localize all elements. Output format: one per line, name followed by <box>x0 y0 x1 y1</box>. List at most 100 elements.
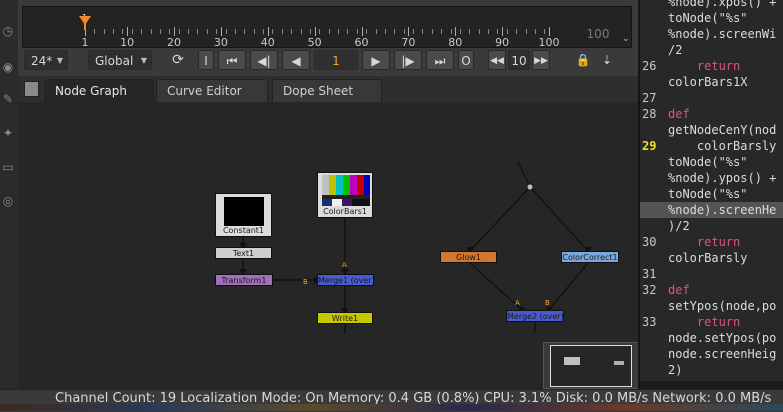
in-point-button[interactable]: I <box>198 50 214 70</box>
scope-dropdown[interactable]: Global ▼ <box>88 50 152 70</box>
code-line[interactable]: 2) <box>640 362 783 378</box>
timeline-tick <box>347 29 349 34</box>
node-graph-minimap[interactable] <box>543 342 640 389</box>
cache-icon[interactable]: ⇣ <box>596 50 618 70</box>
edge-label-merge2-b: B <box>545 299 550 307</box>
prev-keyframe-icon[interactable]: ◀| <box>250 50 278 70</box>
code-line[interactable]: setYpos(node,po <box>640 298 783 314</box>
code-line[interactable]: 30 return <box>640 234 783 250</box>
timeline-major-tick <box>267 27 269 36</box>
timeline-major-tick <box>408 27 410 36</box>
timeline-tick <box>291 29 293 34</box>
layers-icon[interactable]: ▭ <box>1 160 15 174</box>
spiral-icon[interactable]: ◎ <box>1 194 15 208</box>
code-text: node.screenHeig <box>668 347 777 361</box>
brush-icon[interactable]: ✎ <box>1 92 15 106</box>
node-merge2[interactable]: Merge2 (over) <box>506 310 564 322</box>
code-line[interactable]: %node).screenWi <box>640 26 783 42</box>
code-line[interactable]: 29 colorBarsly <box>640 138 783 154</box>
timeline-tick <box>281 29 283 34</box>
node-text[interactable]: Text1 <box>215 247 272 259</box>
code-text: /2 <box>668 43 683 57</box>
timeline-major-tick <box>502 27 504 36</box>
play-backward-icon[interactable]: ◀ <box>282 50 310 70</box>
timeline-tick <box>469 29 471 34</box>
timeline-tick <box>225 29 227 34</box>
lock-icon[interactable]: 🔒 <box>574 50 592 70</box>
clock-icon[interactable]: ◷ <box>1 24 15 38</box>
timeline-tick <box>516 29 518 34</box>
loop-mode-icon[interactable]: ⟳ <box>164 50 192 70</box>
play-forward-icon[interactable]: ▶ <box>362 50 390 70</box>
timeline-tick-label: 100 <box>538 36 560 49</box>
code-line[interactable]: %node).screenHe <box>640 202 783 218</box>
eye-icon[interactable]: ◉ <box>1 60 15 74</box>
code-line[interactable]: colorBars1X <box>640 74 783 90</box>
step-increment-field[interactable]: 10 <box>508 50 530 70</box>
fps-dropdown[interactable]: 24* ▼ <box>24 50 68 70</box>
code-line[interactable]: 32 def <box>640 282 783 298</box>
code-text: def <box>668 283 690 297</box>
code-line[interactable]: 28 def <box>640 106 783 122</box>
step-forward-icon[interactable]: ▶▶ <box>532 50 550 70</box>
step-back-icon[interactable]: ◀◀ <box>488 50 506 70</box>
node-colorbars[interactable]: ColorBars1 <box>317 172 373 218</box>
first-frame-icon[interactable]: ⏮ <box>218 50 246 70</box>
timeline-tick <box>300 29 302 34</box>
code-line[interactable]: toNode("%s" <box>640 10 783 26</box>
code-line[interactable]: 33 return <box>640 314 783 330</box>
timeline-tick <box>497 29 499 34</box>
code-line[interactable]: %node).ypos() + <box>640 170 783 186</box>
timeline-tick <box>422 29 424 34</box>
code-line[interactable]: 27 <box>640 90 783 106</box>
edge-label-merge2-a: A <box>515 299 520 307</box>
timeline-tick <box>441 29 443 34</box>
code-text: colorBarsly <box>668 251 748 265</box>
node-constant[interactable]: Constant1 <box>215 193 272 237</box>
timeline-tick-label: 30 <box>213 36 228 49</box>
editor-horizontal-scrollbar[interactable] <box>640 381 783 389</box>
timeline-tick-label: 70 <box>401 36 416 49</box>
node-colorcorrect[interactable]: ColorCorrect1 <box>561 251 619 263</box>
node-write[interactable]: Write1 <box>317 312 373 324</box>
timeline-ruler[interactable]: 1 10 20 30 40 50 60 70 80 90 100 1 100 <box>22 6 632 49</box>
tab-node-graph[interactable]: Node Graph✕ <box>44 79 154 120</box>
code-line[interactable]: toNode("%s" <box>640 186 783 202</box>
code-line[interactable]: 31 <box>640 266 783 282</box>
code-line[interactable]: toNode("%s" <box>640 154 783 170</box>
minimap-viewport[interactable] <box>550 345 632 387</box>
code-line[interactable]: 26 return <box>640 58 783 74</box>
panel-menu-icon[interactable] <box>24 81 39 97</box>
code-line[interactable]: /2 <box>640 42 783 58</box>
timeline-tick <box>506 29 508 34</box>
script-editor[interactable]: %node).xpos() + toNode("%s" %node).screenW… <box>638 0 783 389</box>
code-line[interactable]: colorBarsly <box>640 250 783 266</box>
code-line[interactable]: )/2 <box>640 218 783 234</box>
wrench-icon[interactable]: ✦ <box>1 126 15 140</box>
code-line[interactable]: node.screenHeig <box>640 346 783 362</box>
current-frame-field[interactable]: 1 <box>314 50 358 70</box>
timeline-tick <box>375 29 377 34</box>
code-line[interactable]: node.setYpos(po <box>640 330 783 346</box>
code-line[interactable]: %node).xpos() + <box>640 0 783 10</box>
out-point-button[interactable]: O <box>458 50 474 70</box>
left-toolbar: ◷ ◉ ✎ ✦ ▭ ◎ <box>0 0 19 389</box>
node-transform[interactable]: Transform1 <box>215 274 273 286</box>
tab-curve-editor[interactable]: Curve Editor✕ <box>156 79 268 120</box>
code-text: toNode("%s" <box>668 155 748 169</box>
code-text: %node).ypos() + <box>668 171 777 185</box>
playhead-marker[interactable] <box>79 16 91 25</box>
node-glow[interactable]: Glow1 <box>440 251 497 263</box>
last-frame-icon[interactable]: ⏭ <box>426 50 454 70</box>
panel-tab-bar: Node Graph✕ Curve Editor✕ Dope Sheet✕ <box>18 76 638 120</box>
timeline-tick <box>319 29 321 34</box>
collapse-icon[interactable]: ⌄ <box>622 34 630 44</box>
next-keyframe-icon[interactable]: |▶ <box>394 50 422 70</box>
node-graph-canvas[interactable]: Constant1 ColorBars1 Text1 Transform1 Me… <box>18 102 640 389</box>
timeline-tick <box>197 29 199 34</box>
node-merge1[interactable]: Merge1 (over) <box>317 274 374 286</box>
timeline-tick <box>94 29 96 34</box>
tab-dope-sheet[interactable]: Dope Sheet✕ <box>272 79 382 120</box>
code-line[interactable]: getNodeCenY(nod <box>640 122 783 138</box>
timeline-panel: 1 10 20 30 40 50 60 70 80 90 100 1 100 ⌄ 24* ▼ Globa… <box>18 0 638 76</box>
